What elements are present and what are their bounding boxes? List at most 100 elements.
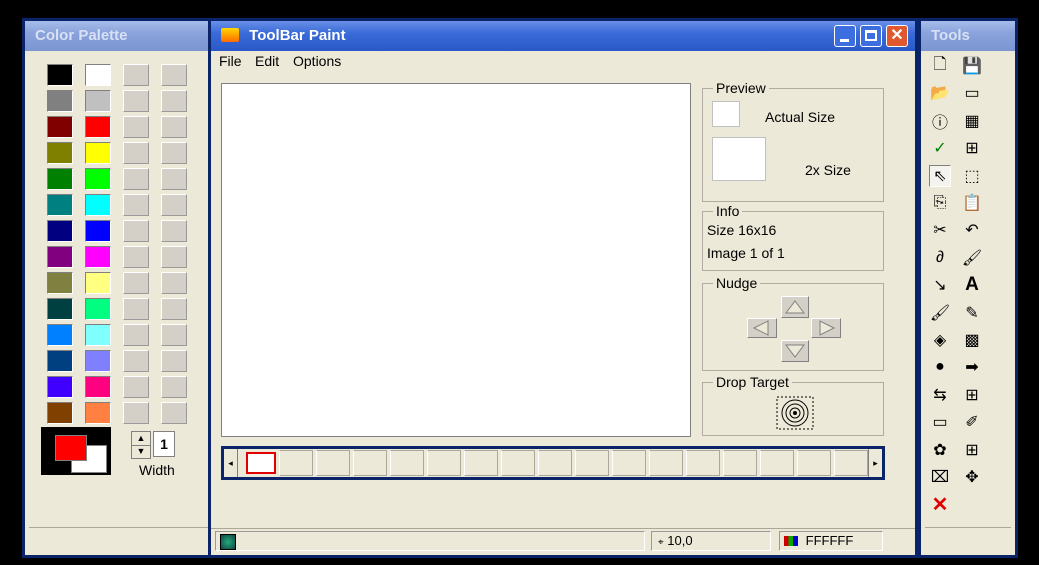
palette-empty-swatch[interactable] [123,272,149,294]
add-icon[interactable]: ⊞ [961,439,983,461]
width-spinner[interactable]: ▲ ▼ [131,431,151,459]
filmstrip-cell[interactable] [464,450,498,476]
palette-color-swatch[interactable] [85,116,111,138]
filmstrip-cell[interactable] [612,450,646,476]
nudge-left-button[interactable] [747,318,777,338]
palette-color-swatch[interactable] [47,246,73,268]
palette-empty-swatch[interactable] [123,168,149,190]
filmstrip-scroll-left-button[interactable]: ◂ [224,449,238,477]
palette-color-swatch[interactable] [85,376,111,398]
palette-color-swatch[interactable] [85,194,111,216]
nudge-down-button[interactable] [781,340,809,362]
palette-color-swatch[interactable] [85,220,111,242]
palette-color-swatch[interactable] [47,194,73,216]
text-icon[interactable]: A [961,274,983,296]
palette-empty-swatch[interactable] [161,220,187,242]
palette-color-swatch[interactable] [85,402,111,424]
palette-color-swatch[interactable] [47,220,73,242]
palette-empty-swatch[interactable] [123,298,149,320]
palette-color-swatch[interactable] [85,64,111,86]
palette-titlebar[interactable]: Color Palette [25,21,215,51]
filmstrip-cell[interactable] [353,450,387,476]
palette-empty-swatch[interactable] [123,90,149,112]
palette-empty-swatch[interactable] [123,220,149,242]
filmstrip-cell[interactable] [501,450,535,476]
brush-icon[interactable]: 🖌 [961,247,983,269]
target-icon[interactable] [775,395,815,431]
palette-empty-swatch[interactable] [161,64,187,86]
palette-empty-swatch[interactable] [123,64,149,86]
palette-color-swatch[interactable] [47,142,73,164]
palette-empty-swatch[interactable] [161,272,187,294]
palette-color-swatch[interactable] [85,298,111,320]
palette-empty-swatch[interactable] [123,142,149,164]
filmstrip-cell[interactable] [797,450,831,476]
palette-empty-swatch[interactable] [161,402,187,424]
line-icon[interactable]: ↘ [929,274,951,296]
main-titlebar[interactable]: ToolBar Paint [211,21,915,51]
palette-empty-swatch[interactable] [161,90,187,112]
foreground-color-swatch[interactable] [55,435,87,461]
palette-color-swatch[interactable] [47,350,73,372]
resize-icon[interactable]: ⊞ [961,384,983,406]
open-icon[interactable]: 📂 [929,82,951,104]
text-box-icon[interactable]: ⌧ [929,466,951,488]
copy-icon[interactable]: ⎘ [929,192,951,214]
palette-empty-swatch[interactable] [161,194,187,216]
palette-color-swatch[interactable] [85,324,111,346]
palette-empty-swatch[interactable] [123,402,149,424]
new-icon[interactable]: 🗋 [929,55,951,77]
palette-color-swatch[interactable] [85,142,111,164]
grid-icon[interactable]: ⊞ [961,137,983,159]
palette-empty-swatch[interactable] [123,324,149,346]
palette-empty-swatch[interactable] [123,350,149,372]
filmstrip-cell[interactable] [316,450,350,476]
move-icon[interactable]: ✥ [961,466,983,488]
filmstrip-cell[interactable] [649,450,683,476]
filmstrip-cell[interactable] [834,450,868,476]
rectangle-icon[interactable]: ▭ [929,411,951,433]
rgb-icon[interactable]: ✿ [929,439,951,461]
drawing-canvas[interactable] [221,83,691,437]
undo-icon[interactable]: ↶ [961,219,983,241]
cut-icon[interactable]: ✂ [929,219,951,241]
selection-icon[interactable]: ⬚ [961,165,983,187]
delete-icon[interactable]: ✕ [929,493,951,516]
palette-color-swatch[interactable] [85,90,111,112]
filmstrip-cell[interactable] [390,450,424,476]
palette-color-swatch[interactable] [47,298,73,320]
palette-empty-swatch[interactable] [123,246,149,268]
palette-color-swatch[interactable] [47,376,73,398]
palette-color-swatch[interactable] [47,402,73,424]
paste-icon[interactable]: 📋 [961,192,983,214]
palette-empty-swatch[interactable] [123,116,149,138]
filmstrip-cell[interactable] [427,450,461,476]
spin-up-icon[interactable]: ▲ [132,432,150,446]
pointer-icon[interactable]: ⇖ [929,164,951,187]
filmstrip-cell[interactable] [246,452,276,474]
lasso-icon[interactable]: ∂ [929,247,951,269]
palette-color-swatch[interactable] [85,246,111,268]
fill-icon[interactable]: ◈ [929,329,951,351]
palette-empty-swatch[interactable] [161,376,187,398]
palette-empty-swatch[interactable] [161,142,187,164]
filmstrip-cell[interactable] [538,450,572,476]
palette-color-swatch[interactable] [85,272,111,294]
palette-empty-swatch[interactable] [123,194,149,216]
close-button[interactable]: ✕ [886,25,908,47]
palette-grid-icon[interactable]: ▦ [961,110,983,132]
filmstrip-cell[interactable] [279,450,313,476]
export-icon[interactable]: ➡ [961,356,983,378]
filmstrip-cell[interactable] [575,450,609,476]
palette-empty-swatch[interactable] [161,324,187,346]
nudge-up-button[interactable] [781,296,809,318]
check-icon[interactable]: ✓ [929,137,951,159]
filmstrip-scroll-right-button[interactable]: ▸ [868,449,882,477]
palette-empty-swatch[interactable] [161,116,187,138]
width-value[interactable]: 1 [153,431,175,457]
maximize-button[interactable] [860,25,882,47]
paint-brush-icon[interactable]: 🖌 [929,302,951,324]
palette-color-swatch[interactable] [47,64,73,86]
gradient-icon[interactable]: ▩ [961,329,983,351]
eraser-icon[interactable]: ✎ [961,302,983,324]
